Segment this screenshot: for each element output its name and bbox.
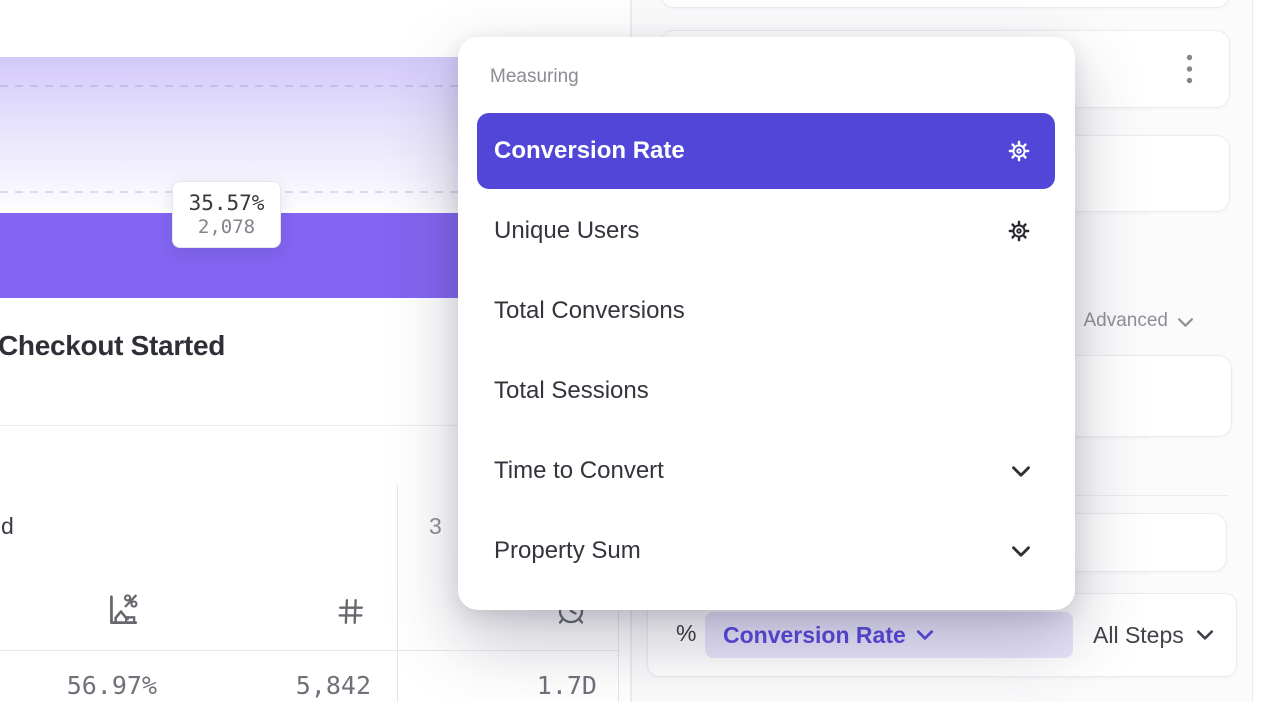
measuring-dropdown-button[interactable]: Conversion Rate	[705, 612, 1073, 658]
tooltip-conversion-rate: 35.57%	[189, 191, 265, 215]
query-step-card[interactable]	[660, 0, 1230, 8]
chevron-down-icon[interactable]	[1177, 317, 1194, 328]
table-column-divider	[397, 485, 398, 702]
menu-item-conversion-rate[interactable]: Conversion Rate	[477, 113, 1055, 189]
menu-item-label: Property Sum	[494, 537, 641, 565]
gear-icon[interactable]	[1007, 219, 1031, 243]
table-header-step-number: 3	[429, 513, 442, 540]
all-steps-label: All Steps	[1093, 622, 1184, 649]
screen: 35.57% 2,078 Checkout Started d 3	[0, 0, 1270, 702]
panel-edge-divider	[1252, 0, 1253, 702]
table-header-step-truncated: d	[1, 513, 14, 540]
metric-value-count: 5,842	[231, 671, 371, 700]
chevron-down-icon	[1196, 629, 1214, 641]
funnel-bar-tooltip: 35.57% 2,078	[172, 181, 281, 248]
menu-item-property-sum[interactable]: Property Sum	[477, 513, 1055, 589]
gear-icon[interactable]	[1007, 139, 1031, 163]
chevron-down-icon	[1011, 465, 1031, 478]
chevron-down-icon	[916, 629, 934, 641]
kebab-menu-icon[interactable]	[1182, 52, 1196, 86]
funnel-step-label: Checkout Started	[0, 330, 225, 362]
all-steps-dropdown-button[interactable]: All Steps	[1093, 612, 1214, 658]
menu-item-unique-users[interactable]: Unique Users	[477, 193, 1055, 269]
chevron-down-icon	[1011, 545, 1031, 558]
menu-item-label: Unique Users	[494, 217, 639, 245]
page-margin	[1253, 0, 1270, 702]
dropdown-section-label: Measuring	[490, 66, 579, 88]
menu-item-label: Time to Convert	[494, 457, 664, 485]
measuring-dropdown-label: Conversion Rate	[723, 622, 906, 649]
conversion-rate-icon[interactable]	[103, 592, 141, 630]
tooltip-count: 2,078	[198, 216, 255, 238]
count-icon[interactable]	[334, 595, 367, 628]
measuring-dropdown-menu: Measuring Conversion Rate Unique Users	[458, 37, 1075, 610]
table-row-divider	[0, 650, 618, 651]
menu-item-time-to-convert[interactable]: Time to Convert	[477, 433, 1055, 509]
menu-item-label: Conversion Rate	[494, 137, 685, 165]
menu-item-total-conversions[interactable]: Total Conversions	[477, 273, 1055, 349]
metric-value-time: 1.7D	[457, 671, 597, 700]
metric-type-percent-label: %	[676, 620, 696, 647]
menu-item-total-sessions[interactable]: Total Sessions	[477, 353, 1055, 429]
menu-item-label: Total Sessions	[494, 377, 649, 405]
metric-value-conversion-rate: 56.97%	[17, 671, 157, 700]
menu-item-label: Total Conversions	[494, 297, 685, 325]
